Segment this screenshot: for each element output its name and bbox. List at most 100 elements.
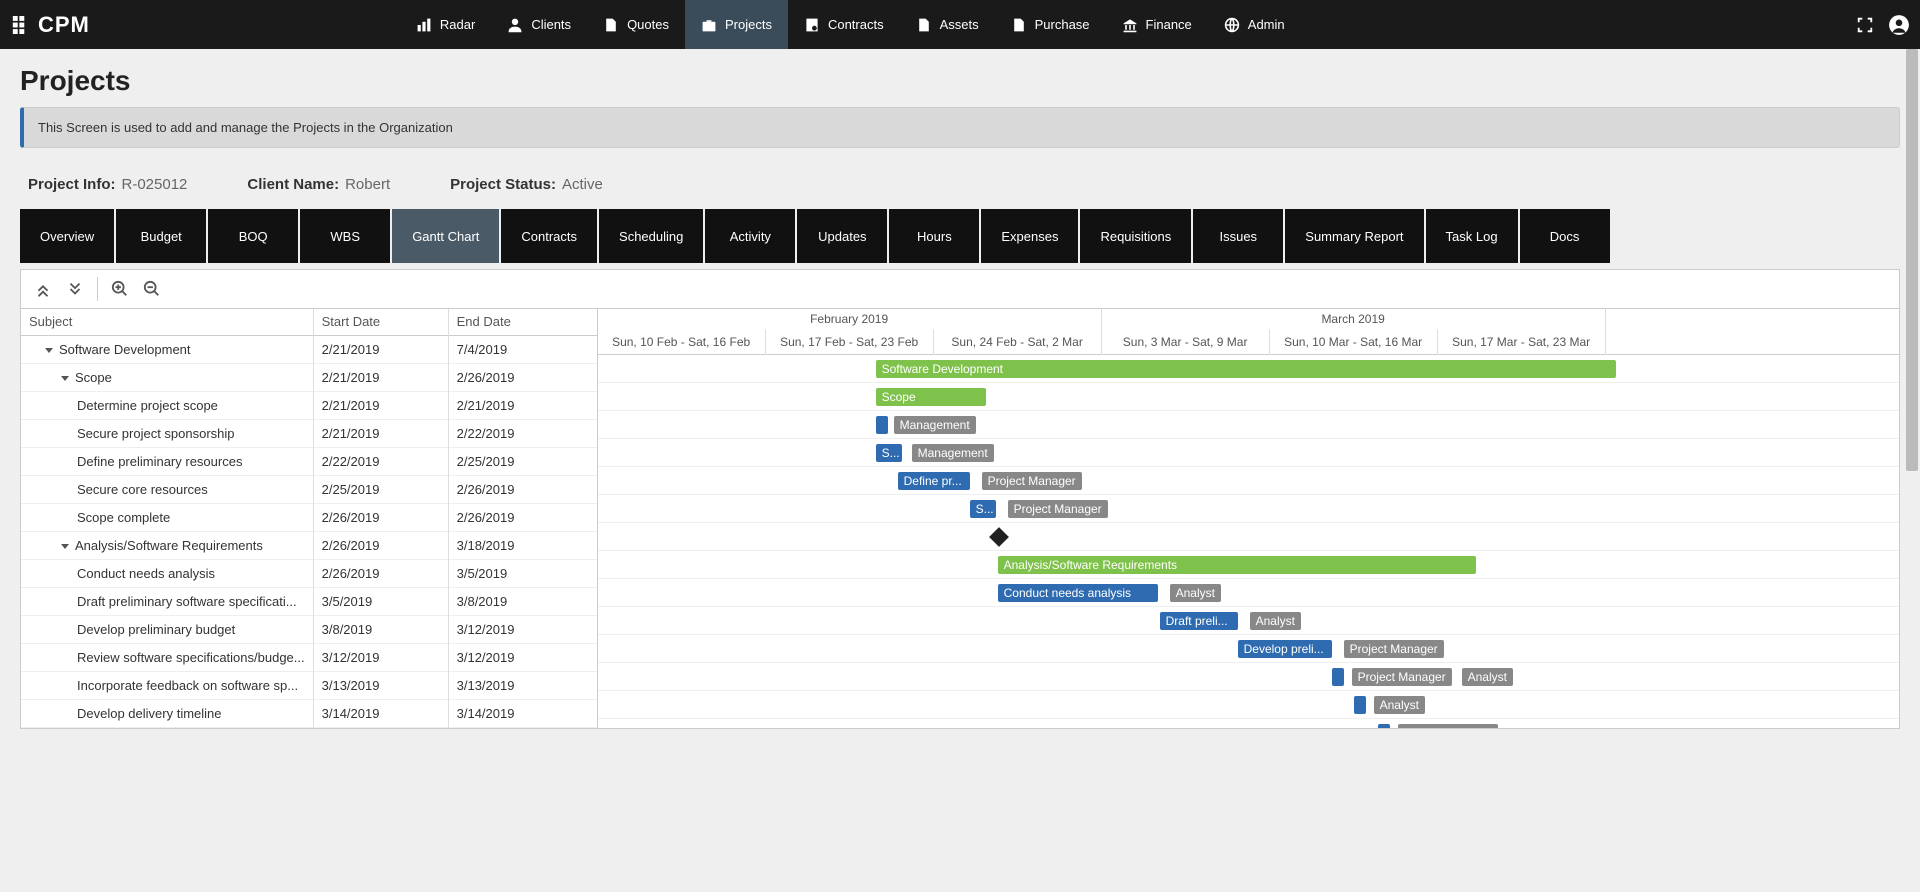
tab-wbs[interactable]: WBS <box>300 209 390 263</box>
task-subject[interactable]: Scope <box>21 364 313 392</box>
task-subject[interactable]: Develop delivery timeline <box>21 700 313 728</box>
resource-tag: Project Manager <box>982 472 1082 490</box>
nav-radar[interactable]: Radar <box>400 0 491 49</box>
zoom-out-icon <box>143 280 161 298</box>
timeline-row: Analyst <box>598 691 1899 719</box>
timeline-row: Management <box>598 411 1899 439</box>
task-start: 2/25/2019 <box>314 476 448 504</box>
tab-gantt-chart[interactable]: Gantt Chart <box>392 209 499 263</box>
page-title: Projects <box>20 65 1900 97</box>
task-subject[interactable]: Define preliminary resources <box>21 448 313 476</box>
task-subject[interactable]: Draft preliminary software specificati..… <box>21 588 313 616</box>
brand-logo: CPM <box>12 12 90 38</box>
task-bar[interactable]: S... <box>970 500 996 518</box>
task-bar[interactable]: Draft preli... <box>1160 612 1238 630</box>
task-end: 3/13/2019 <box>449 672 597 700</box>
caret-icon[interactable] <box>61 376 69 381</box>
top-nav: CPM RadarClientsQuotesProjectsContracts A… <box>0 0 1920 49</box>
nav-contracts[interactable]: Contracts <box>788 0 900 49</box>
task-start: 3/5/2019 <box>314 588 448 616</box>
nav-assets[interactable]: Assets <box>900 0 995 49</box>
tab-scheduling[interactable]: Scheduling <box>599 209 703 263</box>
tab-updates[interactable]: Updates <box>797 209 887 263</box>
task-end: 3/5/2019 <box>449 560 597 588</box>
tab-hours[interactable]: Hours <box>889 209 979 263</box>
task-start: 2/21/2019 <box>314 392 448 420</box>
expand-all-button[interactable] <box>61 275 89 303</box>
task-subject[interactable]: Software Development <box>21 336 313 364</box>
nav-finance[interactable]: Finance <box>1106 0 1208 49</box>
task-start: 3/12/2019 <box>314 644 448 672</box>
task-bar[interactable]: Conduct needs analysis <box>998 584 1158 602</box>
task-subject[interactable]: Determine project scope <box>21 392 313 420</box>
tab-overview[interactable]: Overview <box>20 209 114 263</box>
resource-tag: Analyst <box>1462 668 1513 686</box>
task-bar[interactable]: Define pr... <box>898 472 970 490</box>
nav-admin[interactable]: Admin <box>1208 0 1301 49</box>
timeline-row: Conduct needs analysisAnalyst <box>598 579 1899 607</box>
collapse-all-button[interactable] <box>29 275 57 303</box>
task-end: 2/25/2019 <box>449 448 597 476</box>
tab-summary-report[interactable]: Summary Report <box>1285 209 1423 263</box>
nav-label: Assets <box>940 17 979 32</box>
account-icon[interactable] <box>1888 14 1910 36</box>
fullscreen-icon[interactable] <box>1856 16 1874 34</box>
task-bar[interactable] <box>1354 696 1366 714</box>
milestone-marker[interactable] <box>989 527 1009 547</box>
tab-expenses[interactable]: Expenses <box>981 209 1078 263</box>
timeline-row: Analysis/Software Requirements <box>598 551 1899 579</box>
task-subject[interactable]: Develop preliminary budget <box>21 616 313 644</box>
resource-tag: Project Manager <box>1352 668 1452 686</box>
tab-docs[interactable]: Docs <box>1520 209 1610 263</box>
resource-tag: Analyst <box>1250 612 1301 630</box>
task-bar[interactable] <box>1378 724 1390 728</box>
month-header: February 2019 <box>598 309 1102 329</box>
zoom-in-button[interactable] <box>106 275 134 303</box>
task-bar[interactable] <box>876 416 888 434</box>
task-subject[interactable]: Review software specifications/budge... <box>21 644 313 672</box>
week-header: Sun, 17 Mar - Sat, 23 Mar <box>1438 329 1606 355</box>
tab-budget[interactable]: Budget <box>116 209 206 263</box>
tab-requisitions[interactable]: Requisitions <box>1080 209 1191 263</box>
nav-purchase[interactable]: Purchase <box>995 0 1106 49</box>
task-end: 3/12/2019 <box>449 644 597 672</box>
task-subject[interactable]: Scope complete <box>21 504 313 532</box>
tab-task-log[interactable]: Task Log <box>1426 209 1518 263</box>
project-status-label: Project Status: <box>450 176 556 193</box>
zoom-out-button[interactable] <box>138 275 166 303</box>
tab-issues[interactable]: Issues <box>1193 209 1283 263</box>
summary-bar[interactable]: Scope <box>876 388 986 406</box>
summary-bar[interactable]: Analysis/Software Requirements <box>998 556 1476 574</box>
task-end: 3/8/2019 <box>449 588 597 616</box>
task-start: 2/22/2019 <box>314 448 448 476</box>
tab-contracts[interactable]: Contracts <box>501 209 597 263</box>
task-subject[interactable]: Secure project sponsorship <box>21 420 313 448</box>
week-header: Sun, 10 Mar - Sat, 16 Mar <box>1270 329 1438 355</box>
task-end: 3/18/2019 <box>449 532 597 560</box>
contract-icon <box>804 17 820 33</box>
task-subject[interactable]: Conduct needs analysis <box>21 560 313 588</box>
vertical-scrollbar[interactable] <box>1904 49 1920 892</box>
task-subject[interactable]: Incorporate feedback on software sp... <box>21 672 313 700</box>
summary-bar[interactable]: Software Development <box>876 360 1616 378</box>
task-end: 7/4/2019 <box>449 336 597 364</box>
caret-icon[interactable] <box>61 544 69 549</box>
task-bar[interactable]: Develop preli... <box>1238 640 1332 658</box>
globe-icon <box>1224 17 1240 33</box>
caret-icon[interactable] <box>45 348 53 353</box>
task-subject[interactable]: Secure core resources <box>21 476 313 504</box>
task-bar[interactable] <box>1332 668 1344 686</box>
task-bar[interactable]: S... <box>876 444 902 462</box>
week-header: Sun, 10 Feb - Sat, 16 Feb <box>598 329 766 355</box>
nav-quotes[interactable]: Quotes <box>587 0 685 49</box>
nav-clients[interactable]: Clients <box>491 0 587 49</box>
task-start: 2/26/2019 <box>314 532 448 560</box>
tab-activity[interactable]: Activity <box>705 209 795 263</box>
tab-boq[interactable]: BOQ <box>208 209 298 263</box>
project-info-label: Project Info: <box>28 176 116 193</box>
person-icon <box>507 17 523 33</box>
brand-text: CPM <box>38 12 90 38</box>
task-subject[interactable]: Analysis/Software Requirements <box>21 532 313 560</box>
file-icon <box>916 17 932 33</box>
nav-projects[interactable]: Projects <box>685 0 788 49</box>
